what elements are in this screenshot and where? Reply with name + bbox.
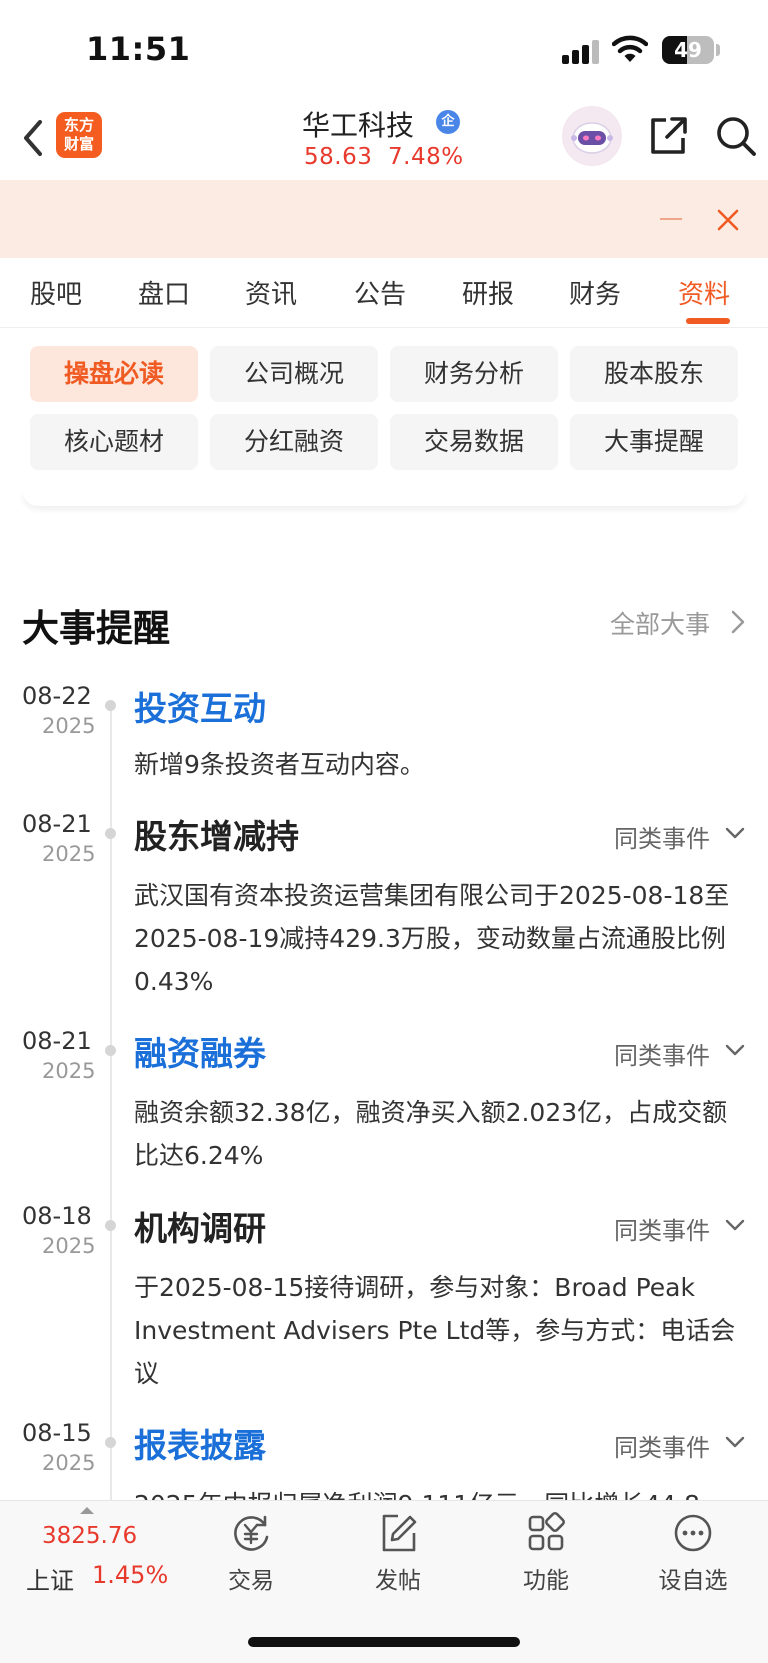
chip-financial-analysis[interactable]: 财务分析 xyxy=(390,346,558,402)
chip-shareholders[interactable]: 股本股东 xyxy=(570,346,738,402)
event-year: 2025 xyxy=(42,1234,96,1258)
yuan-exchange-icon xyxy=(234,1515,269,1551)
status-time: 11:51 xyxy=(86,30,191,68)
logo-line2: 财富 xyxy=(63,135,94,153)
event-title: 股东增减持 xyxy=(134,817,299,856)
similar-events-button[interactable]: 同类事件 xyxy=(614,1036,710,1071)
timeline-dot xyxy=(105,1437,116,1448)
caret-up-icon[interactable] xyxy=(80,1507,94,1514)
tab-news[interactable]: 资讯 xyxy=(245,274,297,311)
stock-name: 华工科技 xyxy=(302,109,415,142)
index-name[interactable]: 上证 xyxy=(26,1561,74,1596)
search-icon[interactable] xyxy=(714,114,758,158)
event-date: 08-18 xyxy=(22,1202,92,1230)
share-icon[interactable] xyxy=(646,114,690,158)
index-value[interactable]: 3825.76 xyxy=(42,1523,137,1549)
event-description: 武汉国有资本投资运营集团有限公司于2025-08-18至2025-08-19减持… xyxy=(134,881,730,996)
apps-grid-icon xyxy=(528,1512,565,1551)
post-button[interactable]: 发帖 xyxy=(343,1511,453,1601)
battery-percent: 49 xyxy=(674,38,702,62)
logo-line1: 东方 xyxy=(63,116,94,134)
index-change[interactable]: 1.45% xyxy=(92,1561,168,1589)
similar-events-button[interactable]: 同类事件 xyxy=(614,1211,710,1246)
event-title[interactable]: 融资融券 xyxy=(134,1027,266,1075)
tab-profile[interactable]: 资料 xyxy=(678,274,730,311)
event-date: 08-22 xyxy=(22,682,92,710)
event-title: 机构调研 xyxy=(134,1209,266,1248)
add-watchlist-label: 设自选 xyxy=(658,1568,728,1594)
event-date: 08-21 xyxy=(22,1027,92,1055)
event-year: 2025 xyxy=(42,1059,96,1083)
chevron-down-icon[interactable] xyxy=(724,826,746,840)
event-date: 08-15 xyxy=(22,1419,92,1447)
cellular-signal-icon xyxy=(562,38,600,64)
tab-guba[interactable]: 股吧 xyxy=(30,274,82,311)
timeline-dot xyxy=(105,1220,116,1231)
event-year: 2025 xyxy=(42,1451,96,1475)
promo-banner xyxy=(0,180,768,258)
tab-finance[interactable]: 财务 xyxy=(569,274,621,311)
trade-label: 交易 xyxy=(228,1568,274,1594)
trade-button[interactable]: 交易 xyxy=(196,1511,306,1601)
event-description: 新增9条投资者互动内容。 xyxy=(134,750,425,779)
add-watchlist-button[interactable]: 设自选 xyxy=(638,1511,748,1601)
tab-announcements[interactable]: 公告 xyxy=(354,274,406,311)
stock-price: 58.63 xyxy=(304,144,373,170)
tab-research[interactable]: 研报 xyxy=(462,274,514,311)
timeline-dot xyxy=(105,828,116,839)
event-description: 融资余额32.38亿，融资净买入额2.023亿，占成交额比达6.24% xyxy=(134,1098,728,1170)
more-dots-icon xyxy=(674,1514,712,1552)
post-label: 发帖 xyxy=(375,1568,421,1594)
home-indicator[interactable] xyxy=(248,1637,520,1647)
top-nav: 东方 财富 华工科技 企 58.63 7.48% xyxy=(0,100,768,180)
event-date: 08-21 xyxy=(22,810,92,838)
enterprise-badge-icon: 企 xyxy=(436,110,460,134)
event-description: 于2025-08-15接待调研，参与对象：Broad Peak Investme… xyxy=(134,1273,736,1388)
app-logo[interactable]: 东方 财富 xyxy=(56,112,102,158)
card-bottom-edge xyxy=(22,490,746,506)
features-label: 功能 xyxy=(523,1568,569,1594)
all-events-link[interactable]: 全部大事 xyxy=(610,605,710,641)
chevron-down-icon[interactable] xyxy=(724,1043,746,1057)
ai-assistant-robot-icon[interactable] xyxy=(562,106,622,166)
chip-core-themes[interactable]: 核心题材 xyxy=(30,414,198,470)
stock-change: 7.48% xyxy=(388,144,464,170)
chip-major-events[interactable]: 大事提醒 xyxy=(570,414,738,470)
timeline-dot xyxy=(105,1045,116,1056)
chip-trading-data[interactable]: 交易数据 xyxy=(390,414,558,470)
active-tab-indicator xyxy=(686,318,730,324)
chevron-down-icon[interactable] xyxy=(724,1218,746,1232)
battery-icon: 49 xyxy=(662,36,714,64)
battery-cap xyxy=(716,44,720,56)
status-bar: 11:51 49 xyxy=(0,0,768,100)
event-year: 2025 xyxy=(42,714,96,738)
back-icon[interactable] xyxy=(18,116,48,160)
tab-pankou[interactable]: 盘口 xyxy=(138,274,190,311)
timeline-line xyxy=(110,700,112,1500)
features-button[interactable]: 功能 xyxy=(491,1511,601,1601)
similar-events-button[interactable]: 同类事件 xyxy=(614,1428,710,1463)
chevron-right-icon[interactable] xyxy=(730,609,746,635)
chip-dividends-financing[interactable]: 分红融资 xyxy=(210,414,378,470)
edit-icon xyxy=(382,1514,417,1552)
event-year: 2025 xyxy=(42,842,96,866)
section-title: 大事提醒 xyxy=(22,607,170,650)
wifi-icon xyxy=(612,35,648,62)
chevron-down-icon[interactable] xyxy=(724,1435,746,1449)
event-title[interactable]: 投资互动 xyxy=(134,682,266,730)
chip-company-overview[interactable]: 公司概况 xyxy=(210,346,378,402)
stock-tabs: 股吧 盘口 资讯 公告 研报 财务 资料 xyxy=(0,258,768,328)
minimize-icon[interactable] xyxy=(660,218,682,220)
close-icon[interactable] xyxy=(714,206,742,234)
event-title[interactable]: 报表披露 xyxy=(134,1419,266,1467)
similar-events-button[interactable]: 同类事件 xyxy=(614,819,710,854)
chip-trading-essentials[interactable]: 操盘必读 xyxy=(30,346,198,402)
timeline-dot xyxy=(105,700,116,711)
